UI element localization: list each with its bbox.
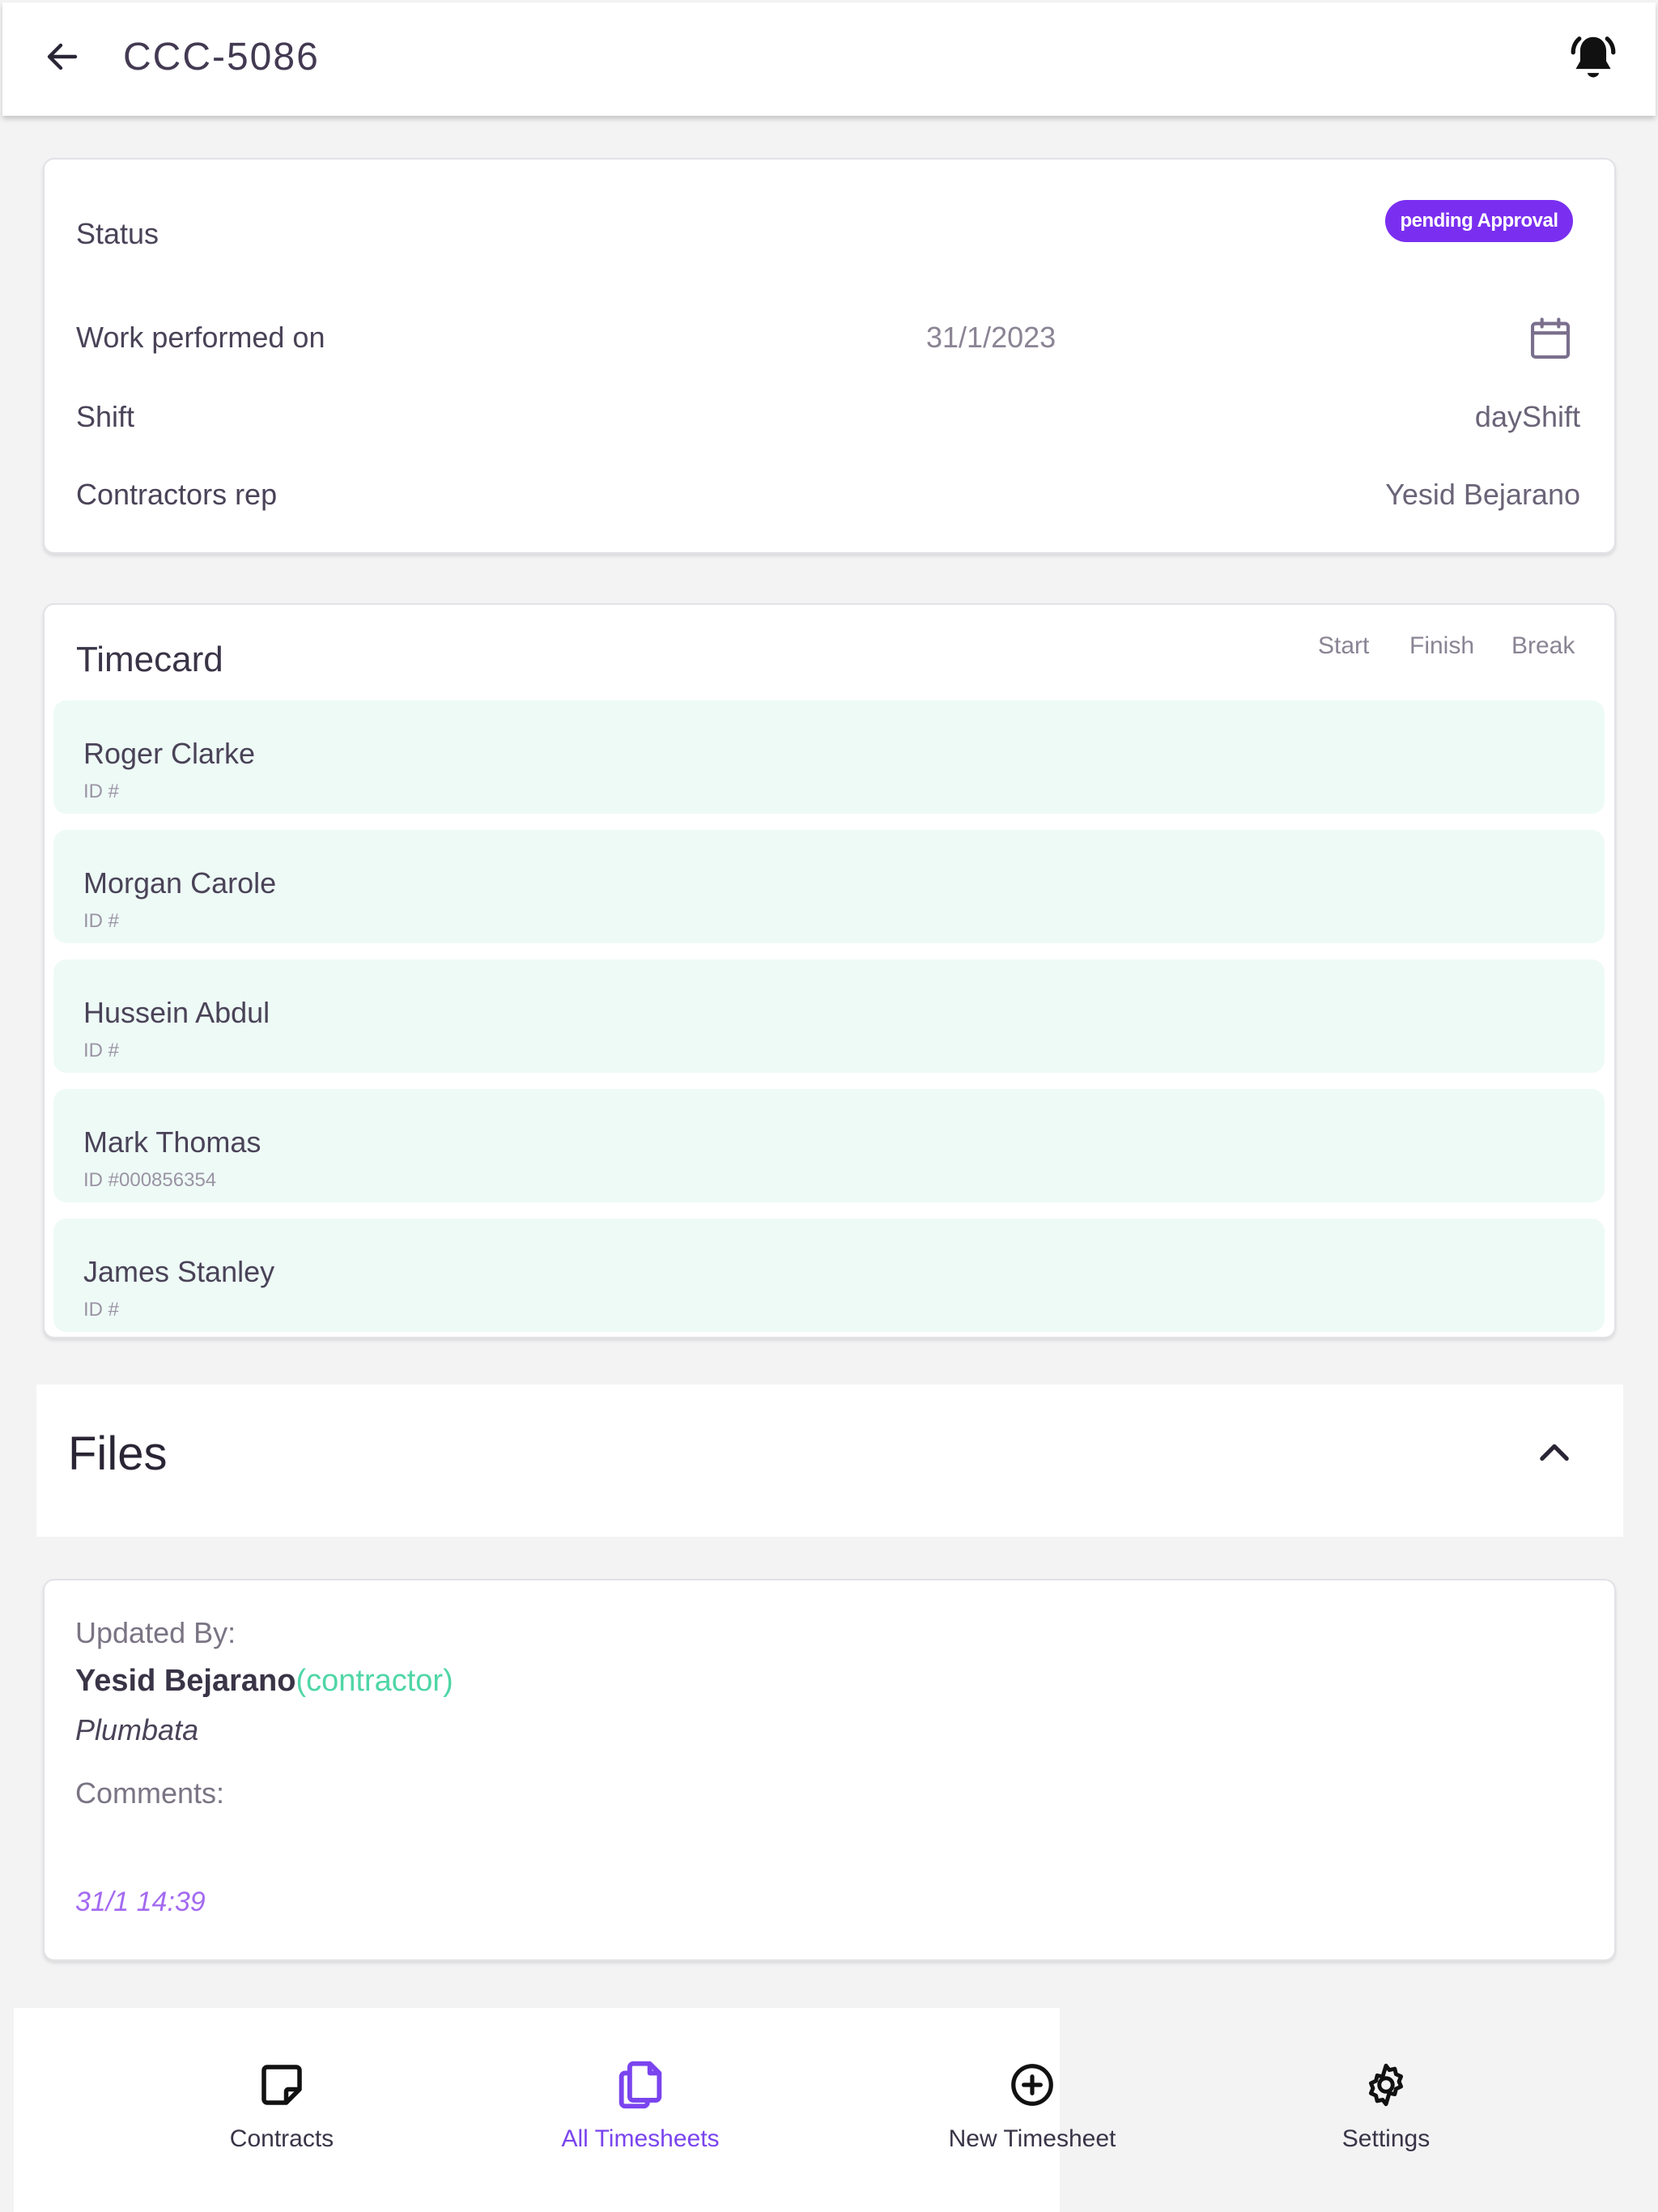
calendar-icon [1530, 317, 1571, 359]
gear-icon [1354, 2052, 1418, 2117]
nav-label: Contracts [229, 2125, 334, 2152]
files-panel [36, 1385, 1623, 1537]
files-collapse-button[interactable] [1522, 1425, 1587, 1482]
contractors-rep-label: Contractors rep [76, 478, 278, 511]
updated-by-label: Updated By: [75, 1616, 236, 1649]
note-icon [249, 2052, 314, 2117]
worker-name: Roger Clarke [83, 737, 256, 770]
nav-label: All Timesheets [561, 2125, 720, 2152]
notifications-button[interactable] [1562, 28, 1624, 89]
worker-id: ID # [83, 1040, 120, 1061]
bottom-nav [14, 2008, 1060, 2212]
shift-value: dayShift [1474, 400, 1580, 433]
plus-circle-icon [1000, 2052, 1065, 2117]
worker-id: ID # [83, 1299, 120, 1321]
nav-label: New Timesheet [948, 2125, 1116, 2152]
worker-name: James Stanley [83, 1255, 275, 1288]
worker-row[interactable] [53, 1089, 1605, 1202]
column-header-break: Break [1511, 632, 1575, 659]
work-performed-label: Work performed on [76, 321, 325, 354]
nav-all-timesheets[interactable]: All Timesheets [539, 2052, 742, 2166]
contractors-rep-value: Yesid Bejarano [1385, 478, 1580, 511]
company-name: Plumbata [75, 1713, 199, 1746]
nav-new-timesheet[interactable]: New Timesheet [915, 2052, 1150, 2166]
worker-id: ID # [83, 781, 120, 802]
column-header-start: Start [1318, 632, 1370, 659]
worker-row[interactable] [53, 830, 1605, 943]
worker-id: ID # [83, 910, 120, 932]
nav-settings[interactable]: Settings [1305, 2052, 1467, 2166]
bell-ringing-icon [1571, 36, 1616, 78]
timesheet-details-card [43, 158, 1616, 554]
status-badge: pending Approval [1385, 200, 1573, 242]
timecard-title: Timecard [76, 640, 223, 679]
calendar-button[interactable] [1525, 314, 1575, 364]
worker-name: Mark Thomas [83, 1125, 261, 1159]
column-header-finish: Finish [1409, 632, 1475, 659]
updater-role: (contractor) [295, 1664, 453, 1698]
update-timestamp: 31/1 14:39 [75, 1887, 206, 1917]
back-button[interactable] [34, 28, 91, 85]
work-date-value: 31/1/2023 [926, 321, 1056, 354]
updater-line: Yesid Bejarano(contractor) [75, 1664, 453, 1699]
worker-name: Hussein Abdul [83, 996, 270, 1029]
arrow-left-icon [47, 43, 78, 70]
worker-name: Morgan Carole [83, 866, 277, 900]
worker-row[interactable] [53, 700, 1605, 814]
worker-row[interactable] [53, 1219, 1605, 1332]
nav-contracts[interactable]: Contracts [201, 2052, 363, 2166]
worker-row[interactable] [53, 959, 1605, 1073]
updater-name: Yesid Bejarano [75, 1664, 296, 1698]
page-title: CCC-5086 [123, 36, 320, 79]
worker-id: ID #000856354 [83, 1169, 217, 1191]
copy-icon [608, 2052, 673, 2117]
comments-label: Comments: [75, 1776, 225, 1810]
status-label: Status [76, 217, 159, 250]
shift-label: Shift [76, 400, 135, 433]
update-card [43, 1579, 1616, 1961]
chevron-up-icon [1540, 1444, 1569, 1461]
files-title: Files [68, 1427, 168, 1480]
nav-label: Settings [1341, 2125, 1431, 2152]
